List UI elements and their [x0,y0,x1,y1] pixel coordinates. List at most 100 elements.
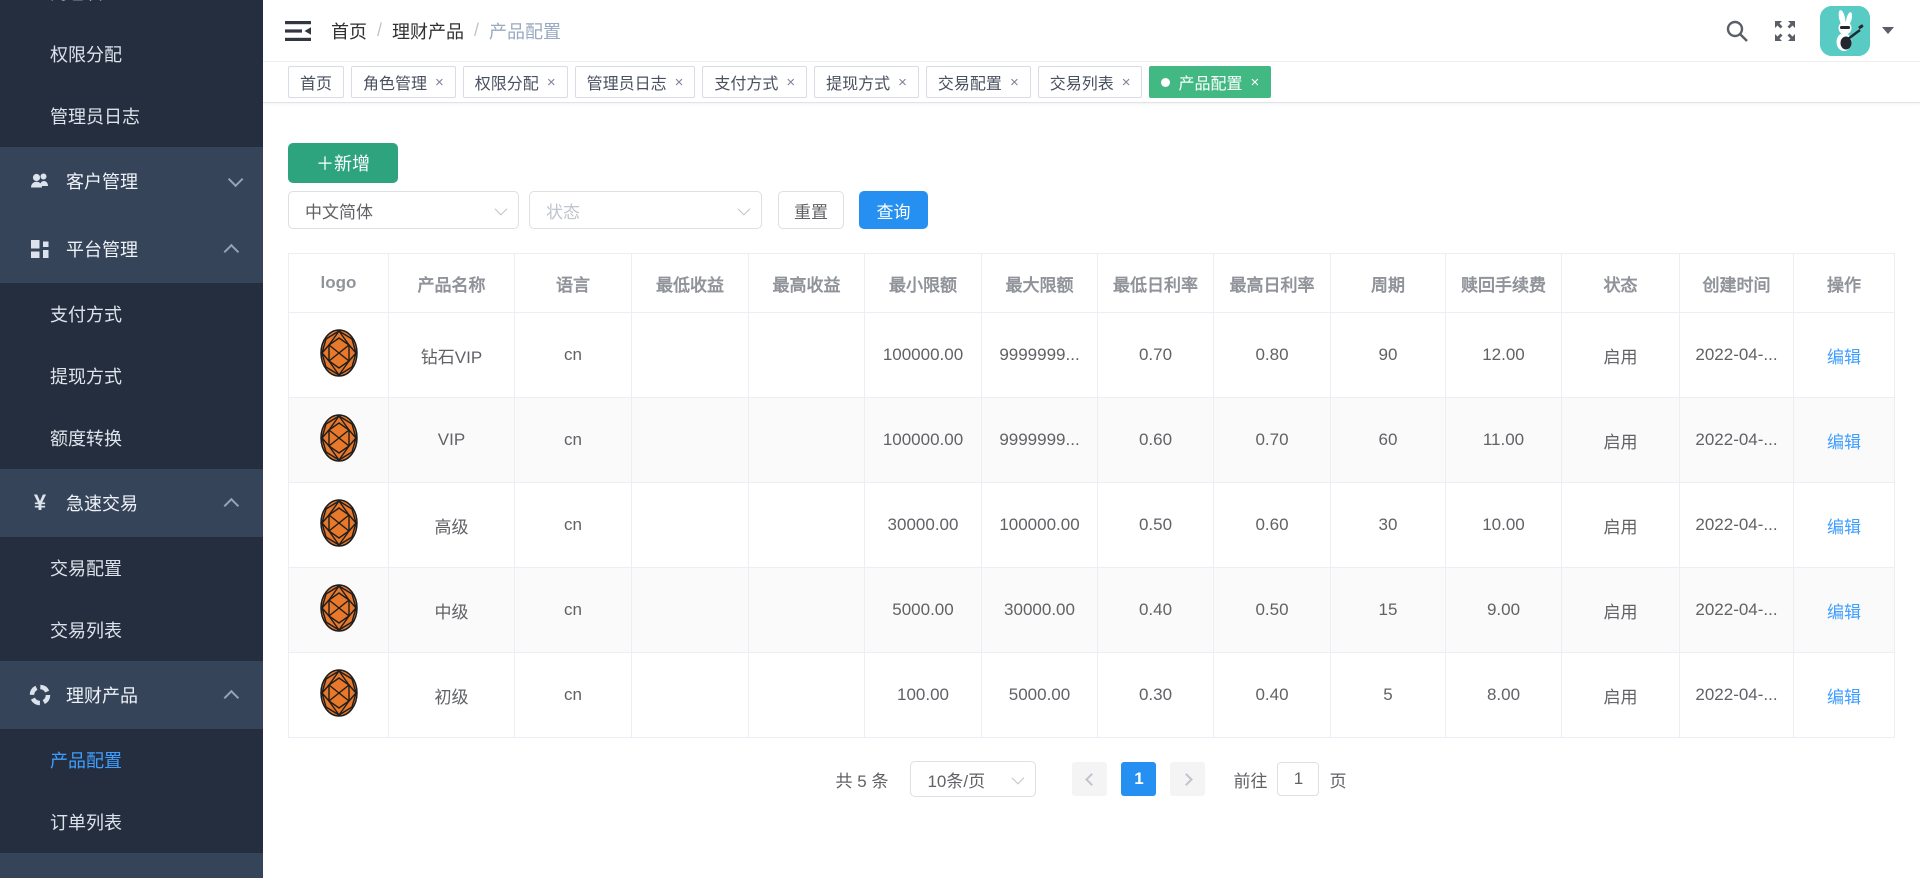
sidebar-item-急速交易[interactable]: ¥急速交易 [0,469,263,537]
status-select-placeholder: 状态 [546,198,580,223]
min_profit-cell [632,568,749,653]
filter-row: 中文简体 状态 重置 查询 [288,191,1894,229]
goto-label: 前往 [1233,767,1267,792]
edit-link[interactable]: 编辑 [1827,433,1861,452]
sidebar-item-管理员日志[interactable]: 管理员日志 [0,85,263,147]
column-header-最高日利率: 最高日利率 [1214,254,1331,313]
sidebar-item-权限分配[interactable]: 权限分配 [0,23,263,85]
max_rate-cell: 0.50 [1214,568,1331,653]
tag-提现方式[interactable]: 提现方式 × [814,66,919,98]
sidebar-item-订单列表[interactable]: 订单列表 [0,791,263,853]
hamburger-icon[interactable] [285,18,311,44]
action-cell: 编辑 [1794,653,1895,738]
min_rate-cell: 0.60 [1098,398,1214,483]
max_amount-cell: 30000.00 [982,568,1098,653]
next-page-button[interactable] [1170,762,1205,796]
sidebar-item-partial[interactable] [0,853,263,878]
prev-page-button[interactable] [1072,762,1107,796]
period-cell: 90 [1331,313,1446,398]
breadcrumb-current: 产品配置 [489,18,561,44]
breadcrumb-home[interactable]: 首页 [331,18,367,44]
sidebar-item-客户管理[interactable]: 客户管理 [0,147,263,215]
gem-logo [319,618,359,637]
column-header-创建时间: 创建时间 [1680,254,1794,313]
sidebar-item-理财产品[interactable]: 理财产品 [0,661,263,729]
status-select[interactable]: 状态 [529,191,762,229]
fee-cell: 10.00 [1446,483,1562,568]
sidebar-item-交易列表[interactable]: 交易列表 [0,599,263,661]
close-icon[interactable]: × [547,75,556,90]
user-menu[interactable] [1820,6,1894,56]
table-row: 中级cn5000.0030000.000.400.50159.00启用2022-… [289,568,1895,653]
sidebar-item-提现方式[interactable]: 提现方式 [0,345,263,407]
product-logo-cell [289,313,389,398]
add-button[interactable]: ＋新增 [288,143,398,183]
tag-支付方式[interactable]: 支付方式× [702,66,807,98]
tag-label: 产品配置 [1178,70,1242,94]
chevron-up-icon [224,243,240,259]
close-icon[interactable]: × [1251,75,1260,90]
pagination-jump: 前往 页 [1233,762,1346,796]
min_amount-cell: 30000.00 [865,483,982,568]
edit-link[interactable]: 编辑 [1827,348,1861,367]
min_amount-cell: 100000.00 [865,398,982,483]
sidebar-item-平台管理[interactable]: 平台管理 [0,215,263,283]
search-icon[interactable] [1724,18,1750,44]
tag-管理员日志[interactable]: 管理员日志× [575,66,696,98]
tag-label: 权限分配 [475,70,539,94]
reset-button[interactable]: 重置 [778,191,844,229]
close-icon[interactable]: × [675,75,684,90]
breadcrumb-separator: / [474,20,479,41]
tag-交易配置[interactable]: 交易配置× [926,66,1031,98]
avatar[interactable] [1820,6,1870,56]
edit-link[interactable]: 编辑 [1827,518,1861,537]
fullscreen-icon[interactable] [1772,18,1798,44]
created-cell: 2022-04-... [1680,568,1794,653]
table-row: VIPcn100000.009999999...0.600.706011.00启… [289,398,1895,483]
navbar: 首页 / 理财产品 / 产品配置 [263,0,1920,62]
fee-cell: 9.00 [1446,568,1562,653]
close-icon[interactable]: × [786,75,795,90]
life-ring-icon [28,683,52,707]
tag-首页[interactable]: 首页 [288,66,344,98]
tag-交易列表[interactable]: 交易列表× [1038,66,1143,98]
caret-down-icon[interactable] [1882,27,1894,34]
sidebar-item-支付方式[interactable]: 支付方式 [0,283,263,345]
query-button[interactable]: 查询 [859,191,928,229]
created-cell: 2022-04-... [1680,653,1794,738]
max_profit-cell [749,398,865,483]
sidebar-item-label: 产品配置 [50,747,122,773]
edit-link[interactable]: 编辑 [1827,603,1861,622]
tag-label: 提现方式 [826,70,890,94]
max_profit-cell [749,653,865,738]
column-header-logo: logo [289,254,389,313]
close-icon[interactable]: × [435,75,444,90]
breadcrumb-parent[interactable]: 理财产品 [392,18,464,44]
tag-角色管理[interactable]: 角色管理 × [351,66,456,98]
close-icon[interactable]: × [898,75,907,90]
page-number-button[interactable]: 1 [1121,762,1156,796]
goto-page-input[interactable] [1277,762,1319,796]
tag-权限分配[interactable]: 权限分配 × [463,66,568,98]
products-table: logo产品名称语言最低收益最高收益最小限额最大限额最低日利率最高日利率周期赎回… [288,253,1895,738]
close-icon[interactable]: × [1122,75,1131,90]
table-row: 初级cn100.005000.000.300.4058.00启用2022-04-… [289,653,1895,738]
language-select[interactable]: 中文简体 [288,191,519,229]
tag-产品配置[interactable]: 产品配置 × [1149,66,1271,98]
sidebar-item-交易配置[interactable]: 交易配置 [0,537,263,599]
max_rate-cell: 0.40 [1214,653,1331,738]
column-header-语言: 语言 [515,254,632,313]
close-icon[interactable]: × [1010,75,1019,90]
sidebar-item-label: 交易配置 [50,555,122,581]
pagination-total: 共 5 条 [836,767,889,792]
sidebar-item-产品配置[interactable]: 产品配置 [0,729,263,791]
sidebar-item-额度转换[interactable]: 额度转换 [0,407,263,469]
language-select-value: 中文简体 [305,198,373,223]
page-unit-label: 页 [1329,767,1346,792]
tag-label: 角色管理 [363,70,427,94]
page-size-select[interactable]: 10条/页 [910,761,1036,797]
edit-link[interactable]: 编辑 [1827,688,1861,707]
status-cell: 启用 [1562,313,1680,398]
created-cell: 2022-04-... [1680,483,1794,568]
sidebar-item-角色管理[interactable]: 角色管理 [0,0,263,23]
